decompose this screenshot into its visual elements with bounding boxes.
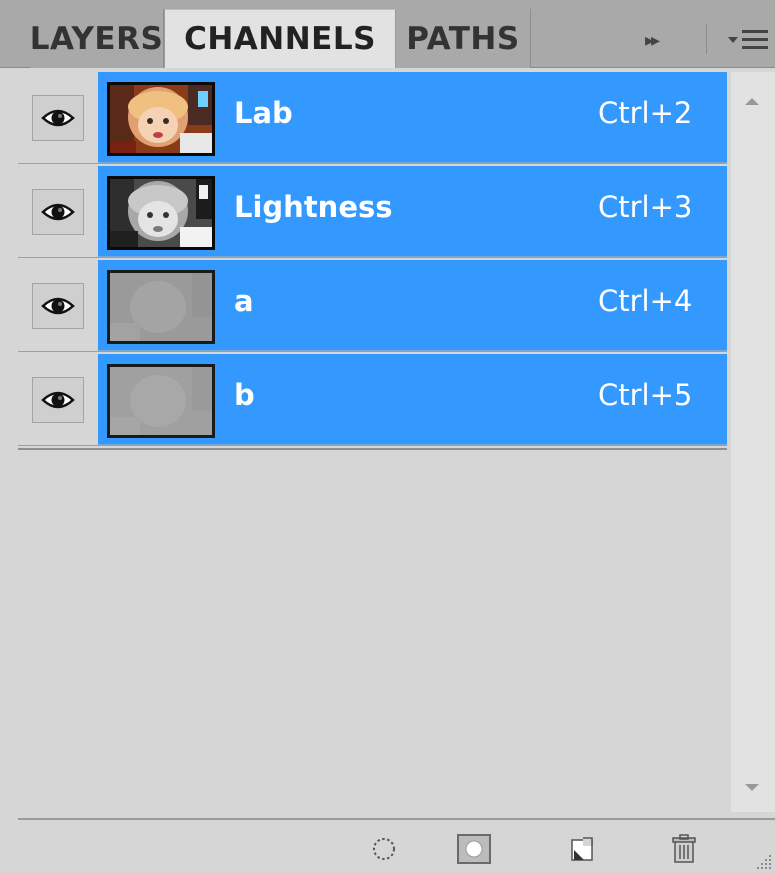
list-bottom-divider bbox=[18, 448, 727, 450]
tab-paths[interactable]: PATHS bbox=[396, 9, 531, 68]
tab-channels-label: CHANNELS bbox=[184, 21, 376, 57]
channel-selection: Lab Ctrl+2 bbox=[98, 72, 727, 164]
create-new-channel-button[interactable] bbox=[562, 830, 602, 868]
load-selection-icon bbox=[373, 838, 395, 860]
new-channel-icon bbox=[571, 837, 593, 861]
scroll-down-arrow-icon[interactable] bbox=[745, 784, 759, 791]
panel-footer bbox=[18, 818, 775, 873]
channel-shortcut: Ctrl+5 bbox=[598, 378, 693, 412]
tab-paths-label: PATHS bbox=[406, 20, 520, 57]
channel-name: Lab bbox=[234, 96, 293, 130]
vertical-scrollbar[interactable] bbox=[731, 72, 775, 812]
channel-name: a bbox=[234, 284, 254, 318]
scroll-up-arrow-icon[interactable] bbox=[745, 98, 759, 105]
tab-layers[interactable]: LAYERS bbox=[30, 9, 164, 68]
channel-selection: Lightness Ctrl+3 bbox=[98, 166, 727, 258]
channel-row-a[interactable]: a Ctrl+4 bbox=[18, 260, 727, 352]
channel-selection: b Ctrl+5 bbox=[98, 354, 727, 446]
visibility-toggle[interactable] bbox=[32, 377, 84, 423]
save-selection-as-channel-button[interactable] bbox=[454, 830, 494, 868]
visibility-cell bbox=[18, 166, 98, 258]
channel-row-lightness[interactable]: Lightness Ctrl+3 bbox=[18, 166, 727, 258]
save-selection-icon bbox=[457, 834, 491, 864]
panel-menu-icon bbox=[728, 30, 768, 50]
panel-tab-bar: LAYERS CHANNELS PATHS ▸▸ bbox=[0, 0, 775, 68]
channels-panel: LAYERS CHANNELS PATHS ▸▸ Lab Ctrl+2 Ligh… bbox=[0, 0, 775, 873]
visibility-cell bbox=[18, 260, 98, 352]
delete-channel-button[interactable] bbox=[664, 830, 704, 868]
eye-icon bbox=[41, 109, 75, 127]
eye-icon bbox=[41, 297, 75, 315]
channel-selection: a Ctrl+4 bbox=[98, 260, 727, 352]
visibility-cell bbox=[18, 72, 98, 164]
visibility-toggle[interactable] bbox=[32, 189, 84, 235]
channel-thumbnail-b bbox=[107, 364, 215, 438]
channel-list: Lab Ctrl+2 Lightness Ctrl+3 a Ctrl+4 b C… bbox=[18, 72, 727, 450]
channel-thumbnail-a bbox=[107, 270, 215, 344]
collapse-icon: ▸▸ bbox=[645, 29, 660, 51]
visibility-toggle[interactable] bbox=[32, 283, 84, 329]
resize-grip-icon[interactable] bbox=[751, 849, 773, 871]
channel-thumbnail-lightness bbox=[107, 176, 215, 250]
visibility-cell bbox=[18, 354, 98, 446]
channel-shortcut: Ctrl+2 bbox=[598, 96, 693, 130]
channel-shortcut: Ctrl+3 bbox=[598, 190, 693, 224]
tabbar-divider bbox=[706, 24, 707, 54]
tab-layers-label: LAYERS bbox=[29, 20, 164, 57]
eye-icon bbox=[41, 391, 75, 409]
channel-row-b[interactable]: b Ctrl+5 bbox=[18, 354, 727, 446]
channel-name: Lightness bbox=[234, 190, 393, 224]
visibility-toggle[interactable] bbox=[32, 95, 84, 141]
delete-channel-icon bbox=[672, 834, 696, 863]
channel-shortcut: Ctrl+4 bbox=[598, 284, 693, 318]
panel-menu-button[interactable] bbox=[728, 22, 768, 58]
channel-row-lab[interactable]: Lab Ctrl+2 bbox=[18, 72, 727, 164]
eye-icon bbox=[41, 203, 75, 221]
load-channel-as-selection-button[interactable] bbox=[364, 830, 404, 868]
collapse-panel-button[interactable]: ▸▸ bbox=[645, 22, 660, 58]
channel-thumbnail-lab bbox=[107, 82, 215, 156]
tab-channels[interactable]: CHANNELS bbox=[164, 9, 396, 68]
channel-name: b bbox=[234, 378, 255, 412]
